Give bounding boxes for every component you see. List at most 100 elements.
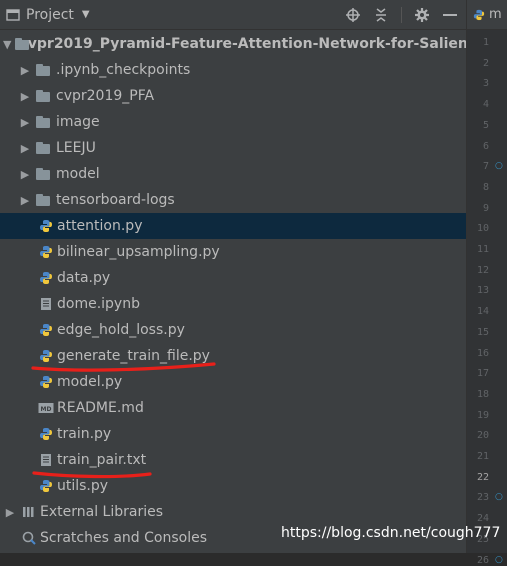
line-number: 26 xyxy=(476,554,489,566)
tree-file[interactable]: edge_hold_loss.py xyxy=(0,317,466,343)
line-number: 6 xyxy=(482,140,489,152)
external-libraries[interactable]: ▶ External Libraries xyxy=(0,499,466,525)
line-number: 18 xyxy=(476,388,489,400)
line-number: 7 xyxy=(482,161,489,173)
line-number: 22 xyxy=(476,471,489,483)
tree-folder[interactable]: ▶ model xyxy=(0,161,466,187)
tree-file[interactable]: data.py xyxy=(0,265,466,291)
project-panel: Project ▼ ▼ cvpr2019_Pyramid-Feature-Att… xyxy=(0,0,476,553)
tree-file[interactable]: generate_train_file.py xyxy=(0,343,466,369)
line-number: 8 xyxy=(482,181,489,193)
line-number: 21 xyxy=(476,451,489,462)
python-file-icon xyxy=(38,270,54,286)
scratches-icon xyxy=(21,530,37,546)
tree-file-selected[interactable]: attention.py xyxy=(0,213,466,239)
tree-file-label: utils.py xyxy=(57,478,109,494)
line-number: 15 xyxy=(476,326,489,338)
tree-file[interactable]: bilinear_upsampling.py xyxy=(0,239,466,265)
tree-file-label: attention.py xyxy=(57,218,143,234)
project-title: Project xyxy=(26,6,74,23)
tree-folder-label: cvpr2019_PFA xyxy=(56,88,155,104)
python-file-icon xyxy=(38,374,54,390)
python-file-icon xyxy=(38,348,54,364)
dropdown-arrow-icon: ▼ xyxy=(81,9,90,20)
project-tree: ▼ cvpr2019_Pyramid-Feature-Attention-Net… xyxy=(0,31,476,551)
override-marker-icon[interactable]: ○ xyxy=(495,555,503,565)
line-number: 12 xyxy=(476,264,489,276)
line-number: 23 xyxy=(476,492,489,504)
tree-file-label: train.py xyxy=(57,426,112,442)
line-number: 20 xyxy=(476,430,489,442)
editor-tab-label: m xyxy=(489,7,502,22)
python-file-icon xyxy=(473,9,485,21)
tree-file-label: train_pair.txt xyxy=(57,452,147,468)
line-number: 16 xyxy=(476,347,489,359)
override-marker-icon[interactable]: ○ xyxy=(495,161,503,171)
chevron-right-icon[interactable]: ▶ xyxy=(3,506,17,519)
tree-file-label: generate_train_file.py xyxy=(57,348,210,364)
tree-folder-label: .ipynb_checkpoints xyxy=(56,62,191,78)
tree-file[interactable]: dome.ipynb xyxy=(0,291,466,317)
crosshair-icon[interactable] xyxy=(343,5,363,25)
tree-folder[interactable]: ▶ LEEJU xyxy=(0,135,466,161)
editor-gutter: m 1 2 3 4 5 6 7 8 9 10 11 12 13 14 15 16 17 18 19 20 21 22 23 2… xyxy=(466,0,507,566)
line-number: 5 xyxy=(482,119,489,131)
tree-root-label: cvpr2019_Pyramid-Feature-Attention-Netwo… xyxy=(19,36,477,52)
tree-file[interactable]: utils.py xyxy=(0,473,466,499)
chevron-right-icon[interactable]: ▶ xyxy=(18,142,32,155)
tree-folder[interactable]: ▶ cvpr2019_PFA xyxy=(0,83,466,109)
tree-file-label: edge_hold_loss.py xyxy=(57,322,185,338)
divider xyxy=(401,6,402,23)
line-number: 1 xyxy=(482,37,489,48)
hide-panel-icon[interactable] xyxy=(440,5,460,25)
external-libraries-label: External Libraries xyxy=(40,504,163,520)
python-file-icon xyxy=(38,218,54,234)
tree-file[interactable]: model.py xyxy=(0,369,466,395)
line-number: 9 xyxy=(482,202,489,214)
python-file-icon xyxy=(38,478,54,494)
chevron-down-icon[interactable]: ▼ xyxy=(3,38,11,51)
tree-file-label: model.py xyxy=(57,374,123,390)
line-number: 3 xyxy=(482,78,489,90)
tree-file[interactable]: train_pair.txt xyxy=(0,447,466,473)
gear-icon[interactable] xyxy=(412,5,432,25)
tree-folder[interactable]: ▶ .ipynb_checkpoints xyxy=(0,57,466,83)
folder-icon xyxy=(36,63,52,77)
folder-icon xyxy=(36,89,52,103)
tree-folder-label: tensorboard-logs xyxy=(56,192,175,208)
line-number: 17 xyxy=(476,368,489,380)
tree-folder[interactable]: ▶ tensorboard-logs xyxy=(0,187,466,213)
tree-folder-label: model xyxy=(56,166,100,182)
chevron-right-icon[interactable]: ▶ xyxy=(18,194,32,207)
line-number: 2 xyxy=(482,57,489,69)
chevron-right-icon[interactable]: ▶ xyxy=(18,116,32,129)
editor-tab[interactable]: m xyxy=(467,0,507,30)
override-marker-icon[interactable]: ○ xyxy=(495,492,503,502)
text-file-icon xyxy=(38,452,54,468)
folder-icon xyxy=(36,167,52,181)
project-view-selector[interactable]: Project ▼ xyxy=(4,7,90,23)
python-file-icon xyxy=(38,322,54,338)
tree-folder-label: LEEJU xyxy=(56,140,96,156)
tree-file-label: bilinear_upsampling.py xyxy=(57,244,220,260)
folder-icon xyxy=(36,115,52,129)
tree-file[interactable]: MD README.md xyxy=(0,395,466,421)
tree-root[interactable]: ▼ cvpr2019_Pyramid-Feature-Attention-Net… xyxy=(0,31,476,57)
line-number: 10 xyxy=(476,223,489,235)
chevron-right-icon[interactable]: ▶ xyxy=(18,90,32,103)
library-icon xyxy=(21,504,37,520)
project-header: Project ▼ xyxy=(0,0,466,30)
chevron-right-icon[interactable]: ▶ xyxy=(18,168,32,181)
tree-folder[interactable]: ▶ image xyxy=(0,109,466,135)
tree-file[interactable]: train.py xyxy=(0,421,466,447)
python-file-icon xyxy=(38,426,54,442)
line-number: 13 xyxy=(476,285,489,297)
tree-file-label: dome.ipynb xyxy=(57,296,140,312)
folder-icon xyxy=(36,193,52,207)
folder-icon xyxy=(36,141,52,155)
line-number: 24 xyxy=(476,513,489,525)
collapse-all-icon[interactable] xyxy=(371,5,391,25)
line-number: 14 xyxy=(476,306,489,318)
tree-file-label: README.md xyxy=(57,400,144,416)
chevron-right-icon[interactable]: ▶ xyxy=(18,64,32,77)
